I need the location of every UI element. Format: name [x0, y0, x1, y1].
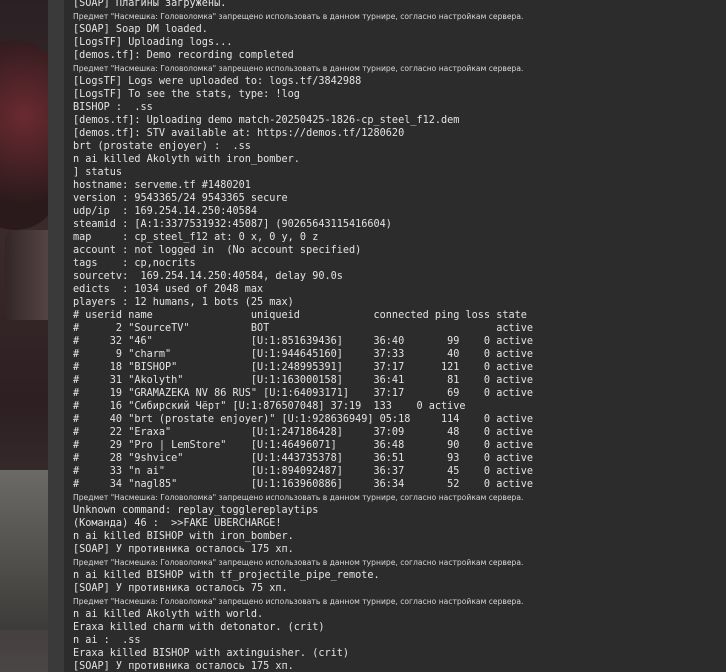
console-border — [48, 0, 64, 672]
console-line: udp/ip : 169.254.14.250:40584 — [73, 206, 258, 217]
console-line: # 34 "nagl85" [U:1:163960886] 36:34 52 0… — [73, 479, 534, 490]
console-line: steamid : [A:1:3377531932:45087] (902656… — [73, 219, 392, 230]
game-scene-figure — [0, 40, 48, 230]
console-line: [SOAP] Soap DM loaded. — [73, 24, 208, 35]
console-line: # 32 "46" [U:1:851639436] 36:40 99 0 act… — [73, 336, 534, 347]
console-line: tags : cp,nocrits — [73, 258, 196, 269]
console-line: [SOAP] У противника осталось 75 хп. — [73, 583, 288, 594]
console-line: sourcetv: 169.254.14.250:40584, delay 90… — [73, 271, 343, 282]
console-line: [SOAP] У противника осталось 175 хп. — [73, 544, 294, 555]
console-line: Предмет "Насмешка: Головоломка" запрещен… — [73, 597, 524, 606]
console-line: BISHOP : .ss — [73, 102, 153, 113]
game-scene-floor — [0, 470, 48, 630]
game-viewport-background — [0, 0, 48, 672]
console-line: n ai killed Akolyth with world. — [73, 609, 264, 620]
game-scene-object — [5, 230, 48, 320]
console-line: [demos.tf]: Demo recording completed — [73, 50, 294, 61]
console-line: [SOAP] Плагины загружены. — [73, 0, 227, 9]
console-line: [LogsTF] Logs were uploaded to: logs.tf/… — [73, 76, 362, 87]
console-line: [demos.tf]: Uploading demo match-2025042… — [73, 115, 460, 126]
console-line: # userid name uniqueid connected ping lo… — [73, 310, 527, 321]
console-line: brt (prostate enjoyer) : .ss — [73, 141, 251, 152]
console-line: # 40 "brt (prostate enjoyer)" [U:1:92863… — [73, 414, 534, 425]
console-line: hostname: serveme.tf #1480201 — [73, 180, 251, 191]
console-line: Unknown command: replay_togglereplaytips — [73, 505, 319, 516]
console-line: n ai : .ss — [73, 635, 141, 646]
console-line: Предмет "Насмешка: Головоломка" запрещен… — [73, 558, 524, 567]
console-line: Eraxa killed BISHOP with axtinguisher. (… — [73, 648, 350, 659]
console-line: (Команда) 46 : >>FAKE UBERCHARGE! — [73, 518, 282, 529]
console-line: edicts : 1034 used of 2048 max — [73, 284, 264, 295]
console-line: Предмет "Насмешка: Головоломка" запрещен… — [73, 12, 524, 21]
console-output: [SOAP] Плагины загружены. Предмет "Насмеш… — [73, 0, 726, 672]
console-line: ] status — [73, 167, 123, 178]
console-line: [LogsTF] To see the stats, type: !log — [73, 89, 300, 100]
console-line: [LogsTF] Uploading logs... — [73, 37, 233, 48]
console-line: # 29 "Pro | LemStore" [U:1:46496071] 36:… — [73, 440, 534, 451]
console-line: # 9 "charm" [U:1:944645160] 37:33 40 0 a… — [73, 349, 534, 360]
console-line: n ai killed BISHOP with tf_projectile_pi… — [73, 570, 380, 581]
console-line: # 18 "BISHOP" [U:1:248995391] 37:17 121 … — [73, 362, 534, 373]
developer-console[interactable]: [SOAP] Плагины загружены. Предмет "Насмеш… — [64, 0, 726, 672]
console-line: map : cp_steel_f12 at: 0 x, 0 y, 0 z — [73, 232, 319, 243]
console-line: Eraxa killed charm with detonator. (crit… — [73, 622, 325, 633]
console-line: # 2 "SourceTV" BOT active — [73, 323, 534, 334]
console-line: # 28 "9shvice" [U:1:443735378] 36:51 93 … — [73, 453, 534, 464]
console-line: # 16 "Сибирский Чёрт" [U:1:876507048] 37… — [73, 401, 466, 412]
console-line: # 33 "n ai" [U:1:894092487] 36:37 45 0 a… — [73, 466, 534, 477]
console-line: # 19 "GRAMAZEKA NV 86 RUS" [U:1:64093171… — [73, 388, 534, 399]
console-line: [SOAP] У противника осталось 175 хп. — [73, 661, 294, 672]
console-line: Предмет "Насмешка: Головоломка" запрещен… — [73, 64, 524, 73]
console-line: n ai killed BISHOP with iron_bomber. — [73, 531, 294, 542]
console-line: players : 12 humans, 1 bots (25 max) — [73, 297, 294, 308]
console-line: Предмет "Насмешка: Головоломка" запрещен… — [73, 493, 524, 502]
console-line: account : not logged in (No account spec… — [73, 245, 362, 256]
console-line: # 31 "Akolyth" [U:1:163000158] 36:41 81 … — [73, 375, 534, 386]
console-line: version : 9543365/24 9543365 secure — [73, 193, 288, 204]
console-line: n ai killed Akolyth with iron_bomber. — [73, 154, 300, 165]
console-line: # 22 "Eraxa" [U:1:247186428] 37:09 48 0 … — [73, 427, 534, 438]
console-line: [demos.tf]: STV available at: https://de… — [73, 128, 405, 139]
